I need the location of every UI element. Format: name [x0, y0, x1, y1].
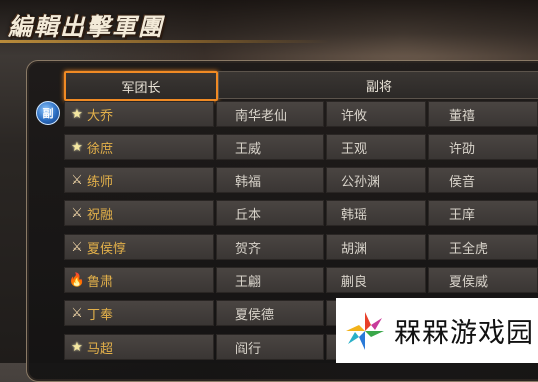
deputy-cell[interactable]: 王威 [216, 134, 324, 160]
deputy-cell[interactable]: 夏侯德 [216, 300, 324, 326]
deputy-cell[interactable]: 公孙渊 [326, 167, 426, 193]
deputy-cell[interactable]: 许攸 [326, 101, 426, 127]
deputy-cell[interactable]: 韩福 [216, 167, 324, 193]
deputy-cell[interactable]: 王全虎 [428, 234, 538, 260]
watermark-logo-icon [346, 311, 384, 350]
leader-cell[interactable]: ★ 大乔 [64, 101, 214, 127]
deputy-cell[interactable]: 丘本 [216, 200, 324, 226]
deputy-cell[interactable]: 胡渊 [326, 234, 426, 260]
leader-cell[interactable]: ⚔ 丁奉 [64, 300, 214, 326]
leader-name: 练师 [87, 174, 114, 190]
deputy-cell[interactable]: 蒯良 [326, 267, 426, 293]
deputy-cell[interactable]: 贺齐 [216, 234, 324, 260]
sword-icon: ⚔ [71, 205, 83, 221]
deputy-cell[interactable]: 王庠 [428, 200, 538, 226]
deputy-cell[interactable]: 夏侯威 [428, 267, 538, 293]
star-icon: ★ [71, 106, 83, 122]
leader-cell[interactable]: ★ 徐庶 [64, 134, 214, 160]
leader-name: 鲁肃 [87, 274, 114, 290]
deputy-badge-icon[interactable]: 副 [36, 101, 60, 125]
sword-icon: ⚔ [71, 172, 83, 188]
leader-cell[interactable]: 🔥 鲁肃 [64, 267, 214, 293]
sword-icon: ⚔ [71, 305, 83, 321]
leader-cell[interactable]: ⚔ 练师 [64, 167, 214, 193]
header-deputy[interactable]: 副将 [218, 71, 538, 99]
leader-name: 马超 [87, 341, 114, 357]
sword-icon: ⚔ [71, 239, 83, 255]
leader-name: 祝融 [87, 207, 114, 223]
deputy-cell[interactable]: 王观 [326, 134, 426, 160]
leader-cell[interactable]: ★ 马超 [64, 334, 214, 360]
leader-name: 大乔 [87, 108, 114, 124]
leader-cell[interactable]: ⚔ 夏侯惇 [64, 234, 214, 260]
deputy-cell[interactable]: 许劭 [428, 134, 538, 160]
watermark: 槑槑游戏园 [336, 298, 538, 363]
leader-name: 徐庶 [87, 141, 114, 157]
leader-name: 夏侯惇 [87, 241, 127, 257]
deputy-cell[interactable]: 董禧 [428, 101, 538, 127]
star-icon: ★ [71, 139, 83, 155]
page-title: 編輯出擊軍團 [8, 11, 164, 41]
star-icon: ★ [71, 339, 83, 355]
leader-name: 丁奉 [87, 307, 114, 323]
title-underline [0, 40, 330, 43]
deputy-cell[interactable]: 侯音 [428, 167, 538, 193]
watermark-text: 槑槑游戏园 [394, 318, 534, 349]
fire-icon: 🔥 [68, 272, 86, 288]
leader-cell[interactable]: ⚔ 祝融 [64, 200, 214, 226]
header-leader[interactable]: 军团长 [64, 71, 218, 101]
deputy-cell[interactable]: 王翩 [216, 267, 324, 293]
deputy-cell[interactable]: 韩瑶 [326, 200, 426, 226]
deputy-cell[interactable]: 阎行 [216, 334, 324, 360]
deputy-cell[interactable]: 南华老仙 [216, 101, 324, 127]
